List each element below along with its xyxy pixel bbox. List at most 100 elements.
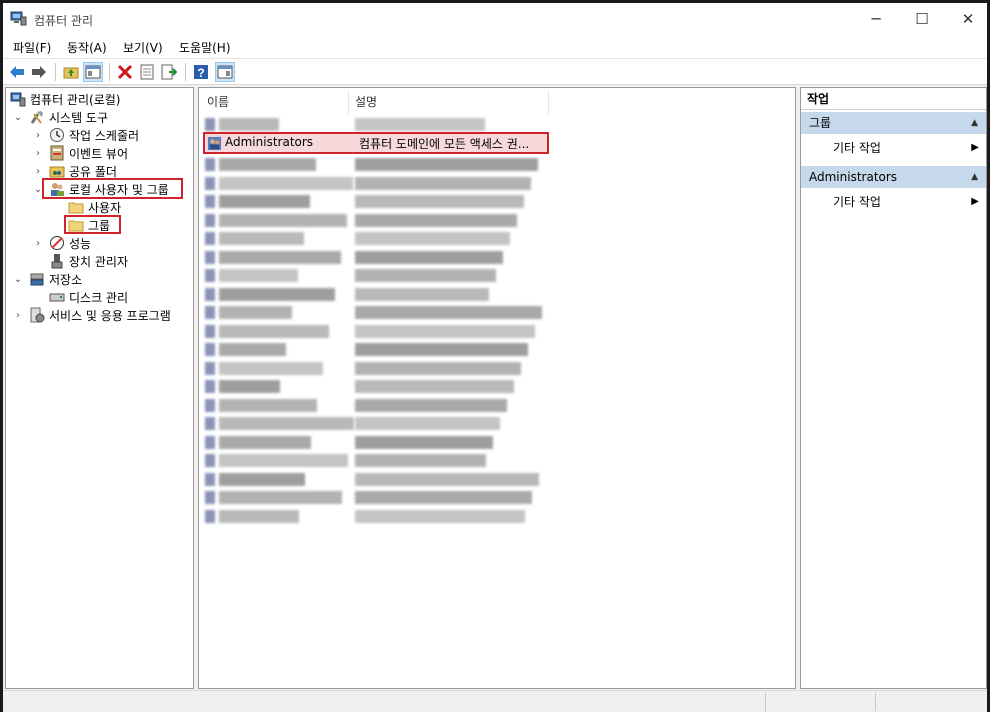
actions-group-administrators[interactable]: Administrators ▲: [801, 166, 986, 188]
redacted-description: [355, 232, 510, 245]
delete-icon[interactable]: [115, 62, 135, 82]
show-hide-tree-icon[interactable]: [83, 62, 103, 82]
forward-icon[interactable]: [29, 62, 49, 82]
tree-label: 저장소: [49, 272, 83, 287]
clock-icon: [50, 128, 64, 142]
redacted-description: [355, 118, 485, 131]
computer-management-window: 컴퓨터 관리 ─ ☐ ✕ 파일(F) 동작(A) 보기(V) 도움말(H) ? …: [0, 0, 990, 712]
redacted-icon: [205, 250, 215, 264]
collapse-icon[interactable]: ▲: [971, 166, 978, 188]
redacted-description: [355, 343, 528, 356]
list-item-name: Administrators: [225, 135, 314, 149]
help-icon[interactable]: ?: [191, 62, 211, 82]
computer-management-icon: [10, 92, 26, 107]
menu-file[interactable]: 파일(F): [13, 39, 51, 56]
highlight-groups: [64, 215, 121, 234]
console-tree: 컴퓨터 관리(로컬) ⌄ 시스템 도구 › 작업 스케줄러 › 이벤트 뷰어 ›…: [5, 87, 194, 689]
chevron-down-icon[interactable]: ⌄: [12, 273, 24, 285]
redacted-description: [355, 306, 542, 319]
redacted-name: [219, 417, 354, 430]
tree-label: 서비스 및 응용 프로그램: [49, 308, 171, 323]
tree-item-performance[interactable]: › 성능: [32, 234, 91, 252]
minimize-button[interactable]: ─: [853, 3, 899, 35]
close-button[interactable]: ✕: [945, 3, 990, 35]
properties-icon[interactable]: [137, 62, 157, 82]
chevron-right-icon[interactable]: ›: [32, 129, 44, 141]
menu-view[interactable]: 보기(V): [123, 39, 163, 56]
redacted-icon: [205, 269, 215, 282]
redacted-description: [355, 324, 535, 338]
tree-item-system-tools[interactable]: ⌄ 시스템 도구: [12, 108, 108, 126]
status-bar: [3, 690, 987, 712]
tree-item-services-apps[interactable]: › 서비스 및 응용 프로그램: [12, 306, 171, 324]
chevron-right-icon[interactable]: ›: [32, 147, 44, 159]
actions-group-groups[interactable]: 그룹 ▲: [801, 112, 986, 134]
menu-help[interactable]: 도움말(H): [179, 39, 231, 56]
event-viewer-icon: [50, 145, 64, 161]
redacted-description: [355, 250, 503, 264]
redacted-name: [219, 118, 279, 131]
actions-header: 작업: [801, 88, 986, 110]
chevron-down-icon[interactable]: ⌄: [12, 111, 24, 123]
chevron-right-icon[interactable]: ›: [32, 165, 44, 177]
services-icon: [30, 307, 45, 323]
column-header-name[interactable]: 이름: [201, 90, 349, 114]
export-list-icon[interactable]: [159, 62, 179, 82]
redacted-icon: [205, 324, 215, 338]
redacted-icon: [205, 491, 215, 504]
tree-item-device-manager[interactable]: 장치 관리자: [49, 252, 128, 270]
redacted-icon: [205, 417, 215, 430]
redacted-description: [355, 176, 531, 190]
collapse-icon[interactable]: ▲: [971, 112, 978, 134]
redacted-name: [219, 176, 353, 190]
redacted-name: [219, 361, 323, 375]
redacted-name: [219, 398, 317, 412]
redacted-description: [355, 361, 521, 375]
list-item-administrators[interactable]: Administrators 컴퓨터 도메인에 모든 액세스 권...: [203, 132, 549, 154]
tree-item-root[interactable]: 컴퓨터 관리(로컬): [10, 90, 120, 108]
tree-item-disk-management[interactable]: 디스크 관리: [49, 288, 128, 306]
redacted-description: [355, 472, 539, 486]
column-header-description[interactable]: 설명: [349, 90, 549, 114]
redacted-description: [355, 195, 524, 208]
action-more-actions[interactable]: 기타 작업 ▶: [833, 192, 983, 212]
chevron-right-icon[interactable]: ›: [12, 309, 24, 321]
performance-icon: [50, 236, 64, 250]
actions-group-label: Administrators: [809, 170, 898, 184]
redacted-icon: [205, 287, 215, 301]
redacted-icon: [205, 176, 215, 190]
redacted-icon: [205, 380, 215, 393]
tree-label: 공유 폴더: [69, 164, 117, 179]
tree-label: 디스크 관리: [69, 290, 129, 305]
tree-label: 사용자: [88, 200, 122, 215]
redacted-description: [355, 269, 496, 282]
redacted-name: [219, 435, 311, 449]
tree-item-task-scheduler[interactable]: › 작업 스케줄러: [32, 126, 139, 144]
redacted-description: [355, 398, 507, 412]
tree-item-storage[interactable]: ⌄ 저장소: [12, 270, 82, 288]
actions-group-label: 그룹: [809, 116, 832, 130]
redacted-name: [219, 287, 335, 301]
svg-text:?: ?: [197, 66, 204, 80]
redacted-description: [355, 491, 532, 504]
tree-item-event-viewer[interactable]: › 이벤트 뷰어: [32, 144, 128, 162]
redacted-icon: [205, 435, 215, 449]
menu-action[interactable]: 동작(A): [67, 39, 107, 56]
redacted-icon: [205, 398, 215, 412]
tree-label: 컴퓨터 관리(로컬): [30, 92, 121, 107]
redacted-name: [219, 158, 316, 171]
action-more-actions[interactable]: 기타 작업 ▶: [833, 138, 983, 158]
chevron-right-icon[interactable]: ›: [32, 237, 44, 249]
tree-label: 작업 스케줄러: [69, 128, 140, 143]
device-manager-icon: [51, 254, 63, 269]
up-folder-icon[interactable]: [61, 62, 81, 82]
redacted-icon: [205, 213, 215, 227]
back-icon[interactable]: [7, 62, 27, 82]
tree-item-users[interactable]: 사용자: [68, 198, 121, 216]
window-title: 컴퓨터 관리: [34, 14, 94, 28]
maximize-button[interactable]: ☐: [899, 3, 945, 35]
show-hide-action-pane-icon[interactable]: [215, 62, 235, 82]
group-icon: [207, 136, 222, 151]
redacted-name: [219, 509, 299, 523]
highlight-local-users-groups: [42, 178, 183, 199]
